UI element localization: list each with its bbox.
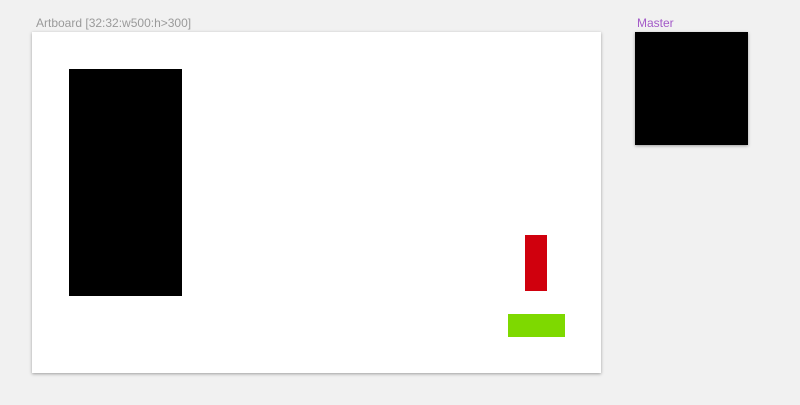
green-rectangle[interactable] (508, 314, 565, 337)
artboard-label[interactable]: Artboard [32:32:w500:h>300] (36, 16, 191, 30)
artboard[interactable] (32, 32, 601, 373)
master-label[interactable]: Master (637, 16, 674, 30)
red-rectangle[interactable] (525, 235, 547, 291)
black-rectangle[interactable] (69, 69, 182, 296)
master-artboard[interactable] (635, 32, 748, 145)
